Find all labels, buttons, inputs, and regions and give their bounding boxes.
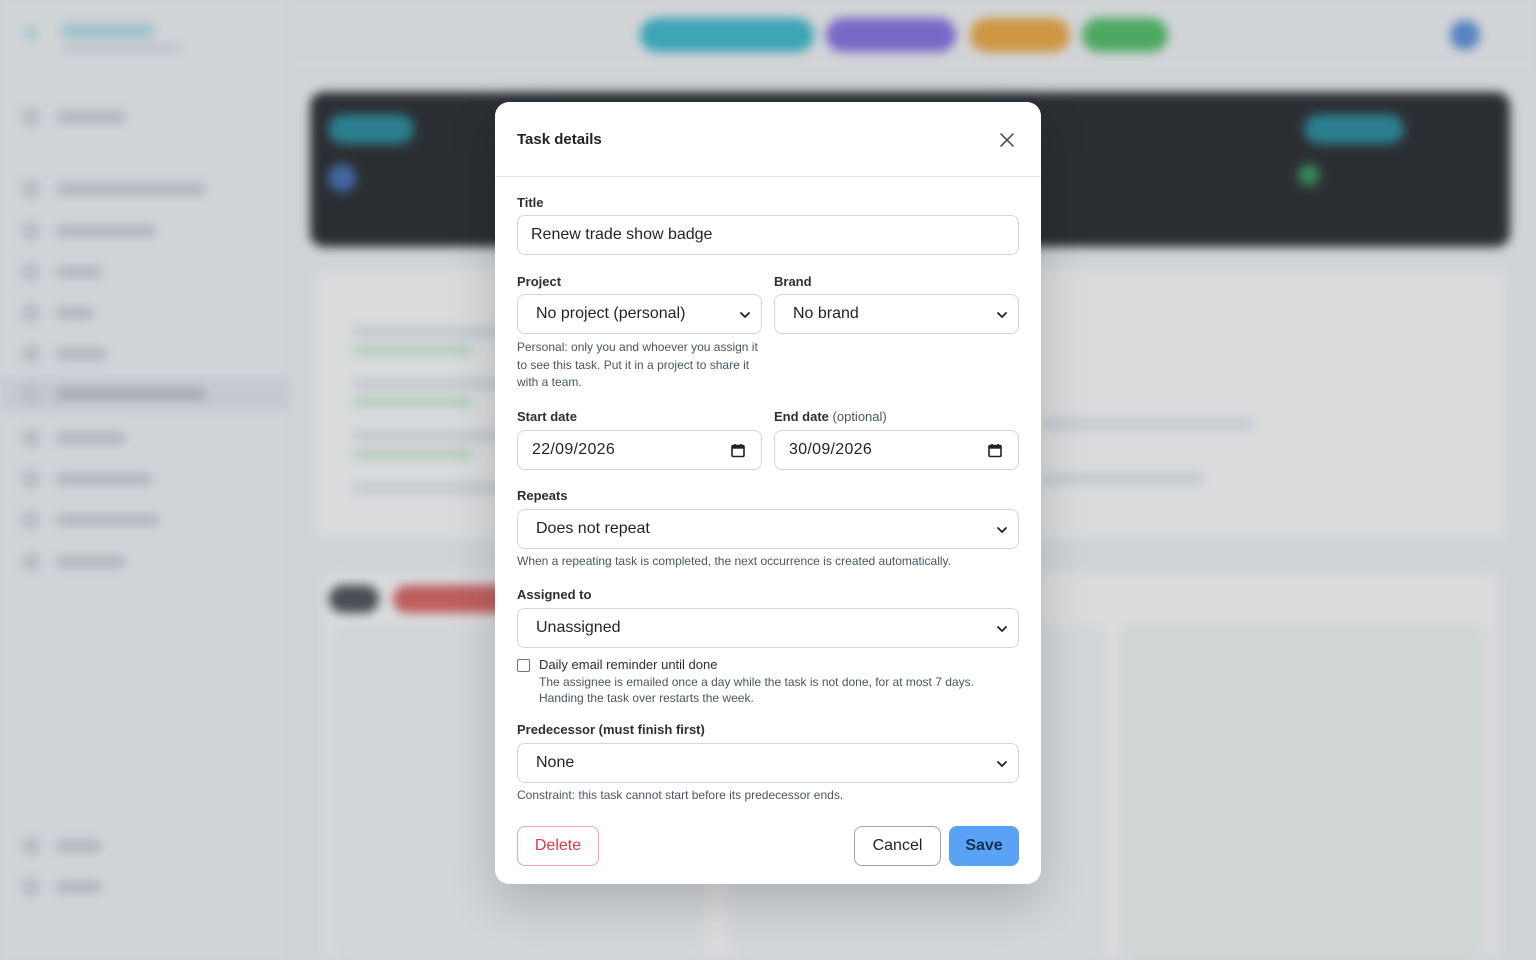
- assigned-to-select-value: Unassigned: [536, 619, 621, 636]
- chevron-down-icon: [997, 312, 1007, 318]
- chevron-down-icon: [997, 626, 1007, 632]
- save-button[interactable]: Save: [949, 826, 1019, 866]
- brand-select-value: No brand: [793, 305, 859, 322]
- predecessor-select[interactable]: None: [517, 743, 1019, 783]
- daily-reminder-checkbox[interactable]: [517, 659, 530, 672]
- project-select-value: No project (personal): [536, 305, 686, 322]
- start-date-value: 22/09/2026: [532, 441, 616, 458]
- end-date-label: End date (optional): [774, 409, 887, 424]
- project-select[interactable]: No project (personal): [517, 294, 762, 334]
- end-date-optional-text: (optional): [832, 409, 887, 424]
- calendar-icon[interactable]: [988, 443, 1002, 458]
- close-button[interactable]: [997, 130, 1017, 150]
- cancel-button[interactable]: Cancel: [854, 826, 941, 866]
- assigned-to-label: Assigned to: [517, 587, 592, 602]
- task-details-dialog: Task details Title Renew trade show badg…: [495, 102, 1041, 884]
- daily-reminder-help-text: The assignee is emailed once a day while…: [539, 675, 974, 705]
- brand-select[interactable]: No brand: [774, 294, 1019, 334]
- repeats-label: Repeats: [517, 488, 568, 503]
- delete-button[interactable]: Delete: [517, 826, 599, 866]
- end-date-input[interactable]: 30/09/2026: [774, 430, 1019, 470]
- title-input[interactable]: Renew trade show badge: [517, 215, 1019, 255]
- predecessor-label: Predecessor (must finish first): [517, 722, 705, 737]
- end-date-label-text: End date: [774, 409, 829, 424]
- repeats-select-value: Does not repeat: [536, 520, 650, 537]
- calendar-icon[interactable]: [731, 443, 745, 458]
- dialog-header: Task details: [495, 102, 1041, 177]
- project-help-text: Personal: only you and whoever you assig…: [517, 340, 758, 389]
- daily-reminder-label[interactable]: Daily email reminder until done: [539, 657, 717, 672]
- repeats-select[interactable]: Does not repeat: [517, 509, 1019, 549]
- close-icon: [1000, 133, 1014, 147]
- start-date-input[interactable]: 22/09/2026: [517, 430, 762, 470]
- brand-label: Brand: [774, 274, 812, 289]
- repeats-help-text: When a repeating task is completed, the …: [517, 554, 951, 568]
- dialog-title: Task details: [517, 131, 602, 148]
- start-date-label: Start date: [517, 409, 577, 424]
- predecessor-select-value: None: [536, 754, 575, 771]
- chevron-down-icon: [997, 761, 1007, 767]
- assigned-to-select[interactable]: Unassigned: [517, 608, 1019, 648]
- project-label: Project: [517, 274, 562, 289]
- end-date-value: 30/09/2026: [789, 441, 873, 458]
- title-label: Title: [517, 195, 544, 210]
- predecessor-help-text: Constraint: this task cannot start befor…: [517, 788, 844, 802]
- chevron-down-icon: [740, 312, 750, 318]
- chevron-down-icon: [997, 527, 1007, 533]
